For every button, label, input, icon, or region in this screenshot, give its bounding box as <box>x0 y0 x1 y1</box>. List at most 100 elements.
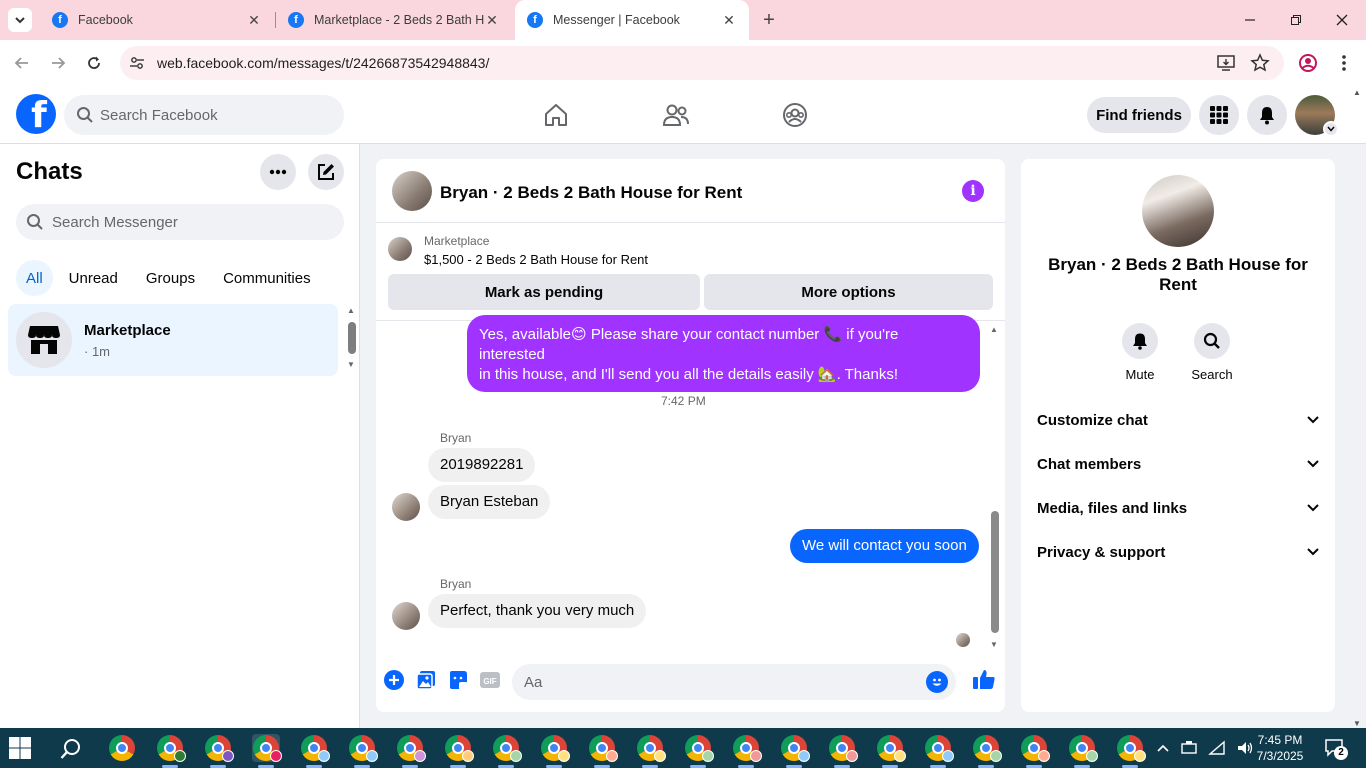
reload-button[interactable] <box>82 51 106 75</box>
groups-nav-button[interactable] <box>781 101 809 129</box>
facebook-search-input[interactable] <box>100 95 330 135</box>
browser-tab-facebook[interactable]: f Facebook ✕ <box>40 0 274 40</box>
chrome-profile-taskbar-app[interactable] <box>156 734 186 768</box>
scroll-down-icon[interactable]: ▼ <box>990 640 998 649</box>
message-bubble-outgoing[interactable]: We will contact you soon <box>790 529 979 563</box>
tab-close-icon[interactable]: ✕ <box>246 12 262 29</box>
contact-avatar[interactable] <box>392 171 432 211</box>
sticker-button[interactable] <box>447 669 469 691</box>
facebook-logo[interactable]: f <box>16 94 56 134</box>
scrollbar-thumb[interactable] <box>991 511 999 633</box>
facebook-search[interactable] <box>64 95 344 135</box>
info-icon[interactable]: i <box>962 180 984 202</box>
forward-button[interactable] <box>46 51 70 75</box>
message-input[interactable] <box>524 664 924 700</box>
chrome-profile-taskbar-app[interactable] <box>540 734 570 768</box>
friends-nav-button[interactable] <box>662 101 690 129</box>
chat-members-section[interactable]: Chat members <box>1037 452 1319 476</box>
chrome-taskbar-app[interactable] <box>108 734 136 762</box>
like-button[interactable] <box>972 667 996 691</box>
bookmark-star-icon[interactable] <box>1250 53 1270 73</box>
conversation-scrollbar[interactable]: ▲ ▼ <box>989 325 1001 649</box>
sidebar-scrollbar[interactable]: ▲ ▼ <box>346 306 356 370</box>
chats-options-button[interactable] <box>260 154 296 190</box>
install-app-icon[interactable] <box>1216 53 1236 73</box>
chrome-profile-taskbar-app[interactable] <box>1116 734 1146 768</box>
scroll-up-icon[interactable]: ▲ <box>347 306 355 315</box>
listing-thumbnail[interactable] <box>388 237 412 261</box>
browser-profile-button[interactable] <box>1296 51 1320 75</box>
search-icon[interactable] <box>1194 323 1230 359</box>
windows-start-icon[interactable] <box>8 736 32 760</box>
bell-icon[interactable] <box>1122 323 1158 359</box>
browser-tab-messenger[interactable]: f Messenger | Facebook ✕ <box>515 0 749 40</box>
battery-icon[interactable] <box>1180 738 1198 758</box>
chrome-profile-taskbar-app[interactable] <box>972 734 1002 768</box>
chrome-profile-taskbar-app[interactable] <box>444 734 474 768</box>
chrome-profile-taskbar-app[interactable] <box>492 734 522 768</box>
message-bubble-outgoing[interactable]: Yes, available😊 Please share your contac… <box>467 315 980 392</box>
chrome-profile-taskbar-app[interactable] <box>876 734 906 768</box>
message-bubble-incoming[interactable]: 2019892281 <box>428 448 536 482</box>
restore-button[interactable] <box>1284 8 1308 32</box>
home-nav-button[interactable] <box>542 101 570 129</box>
find-friends-button[interactable]: Find friends <box>1087 97 1191 133</box>
chrome-profile-taskbar-app[interactable] <box>396 734 426 768</box>
taskbar-search-button[interactable] <box>58 736 84 762</box>
messenger-search[interactable] <box>16 204 344 240</box>
close-window-button[interactable] <box>1330 8 1354 32</box>
notifications-button[interactable] <box>1247 95 1287 135</box>
sender-avatar[interactable] <box>392 602 420 630</box>
message-bubble-incoming[interactable]: Perfect, thank you very much <box>428 594 647 628</box>
notification-center-button[interactable]: 2 <box>1324 738 1348 760</box>
chat-list-item[interactable]: Marketplace · 1m <box>8 304 338 376</box>
messenger-search-input[interactable] <box>52 204 332 240</box>
privacy-support-section[interactable]: Privacy & support <box>1037 540 1319 564</box>
scroll-up-icon[interactable]: ▲ <box>990 325 998 334</box>
sender-avatar[interactable] <box>392 493 420 521</box>
scroll-up-icon[interactable]: ▲ <box>1353 88 1361 97</box>
chrome-profile-taskbar-app[interactable] <box>636 734 666 768</box>
mute-action[interactable]: Mute <box>1112 323 1168 382</box>
tab-close-icon[interactable]: ✕ <box>721 12 737 29</box>
chrome-profile-taskbar-app[interactable] <box>1020 734 1050 768</box>
site-settings-icon[interactable] <box>128 54 146 72</box>
message-input-box[interactable] <box>512 664 956 700</box>
chrome-profile-taskbar-app[interactable] <box>204 734 234 768</box>
scrollbar-thumb[interactable] <box>348 322 356 354</box>
new-tab-button[interactable]: + <box>758 9 780 31</box>
chrome-profile-taskbar-app[interactable] <box>828 734 858 768</box>
chrome-profile-taskbar-app[interactable] <box>300 734 330 768</box>
minimize-button[interactable] <box>1238 8 1262 32</box>
more-options-button[interactable]: More options <box>704 274 993 310</box>
attach-photo-button[interactable] <box>415 669 437 691</box>
menu-button[interactable] <box>1199 95 1239 135</box>
filter-all[interactable]: All <box>16 260 53 296</box>
chrome-profile-taskbar-app[interactable] <box>252 734 282 768</box>
customize-chat-section[interactable]: Customize chat <box>1037 408 1319 432</box>
chrome-profile-taskbar-app[interactable] <box>1068 734 1098 768</box>
tab-search-button[interactable] <box>8 8 32 32</box>
page-scrollbar[interactable]: ▲ ▼ <box>1352 88 1364 728</box>
browser-tab-marketplace[interactable]: f Marketplace - 2 Beds 2 Bath Ho ✕ <box>276 0 512 40</box>
taskbar-clock[interactable]: 7:45 PM 7/3/2025 <box>1250 732 1310 764</box>
chrome-profile-taskbar-app[interactable] <box>924 734 954 768</box>
chrome-profile-taskbar-app[interactable] <box>684 734 714 768</box>
filter-groups[interactable]: Groups <box>134 260 207 296</box>
filter-communities[interactable]: Communities <box>211 260 323 296</box>
address-bar[interactable]: web.facebook.com/messages/t/242668735429… <box>120 46 1284 80</box>
new-message-button[interactable] <box>308 154 344 190</box>
url-text[interactable]: web.facebook.com/messages/t/242668735429… <box>157 55 489 71</box>
chrome-profile-taskbar-app[interactable] <box>588 734 618 768</box>
search-in-conversation-action[interactable]: Search <box>1184 323 1240 382</box>
tab-close-icon[interactable]: ✕ <box>484 12 500 29</box>
media-files-links-section[interactable]: Media, files and links <box>1037 496 1319 520</box>
chrome-profile-taskbar-app[interactable] <box>348 734 378 768</box>
chevron-up-icon[interactable] <box>1156 738 1170 758</box>
mark-as-pending-button[interactable]: Mark as pending <box>388 274 700 310</box>
account-avatar-button[interactable] <box>1295 95 1339 137</box>
scroll-down-icon[interactable]: ▼ <box>347 360 355 369</box>
more-actions-button[interactable] <box>383 669 405 691</box>
browser-menu-button[interactable] <box>1332 51 1356 75</box>
filter-unread[interactable]: Unread <box>57 260 130 296</box>
